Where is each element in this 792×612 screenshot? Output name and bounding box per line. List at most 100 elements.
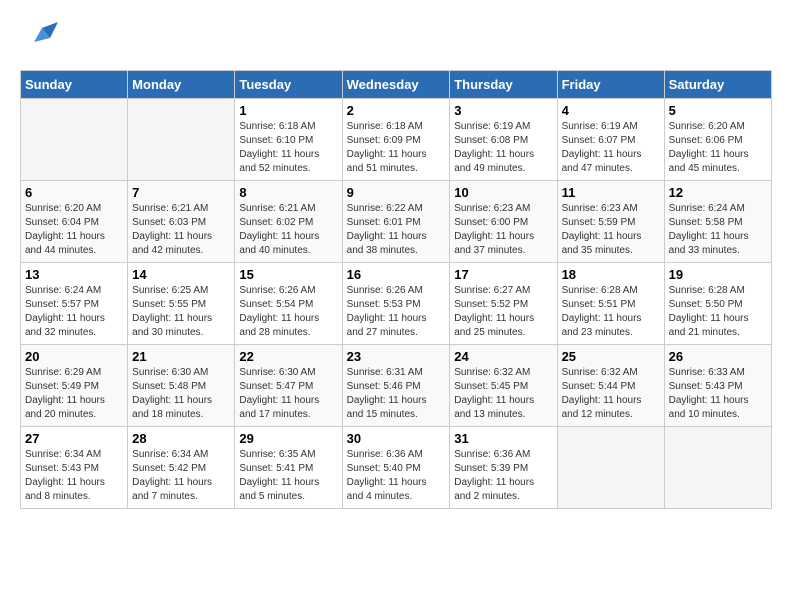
- day-number: 2: [347, 103, 446, 118]
- page-header: [20, 20, 772, 60]
- day-info: Sunrise: 6:18 AM Sunset: 6:10 PM Dayligh…: [239, 120, 337, 176]
- calendar-cell: 10 Sunrise: 6:23 AM Sunset: 6:00 PM Dayli…: [450, 181, 557, 263]
- day-info: Sunrise: 6:36 AM Sunset: 5:40 PM Dayligh…: [347, 448, 446, 504]
- day-number: 12: [669, 185, 767, 200]
- day-number: 4: [562, 103, 660, 118]
- calendar-cell: 6 Sunrise: 6:20 AM Sunset: 6:04 PM Daylig…: [21, 181, 128, 263]
- day-info: Sunrise: 6:20 AM Sunset: 6:04 PM Dayligh…: [25, 202, 123, 258]
- calendar-cell: 2 Sunrise: 6:18 AM Sunset: 6:09 PM Daylig…: [342, 99, 450, 181]
- day-number: 6: [25, 185, 123, 200]
- column-header-thursday: Thursday: [450, 71, 557, 99]
- day-info: Sunrise: 6:21 AM Sunset: 6:03 PM Dayligh…: [132, 202, 230, 258]
- column-header-monday: Monday: [128, 71, 235, 99]
- day-info: Sunrise: 6:35 AM Sunset: 5:41 PM Dayligh…: [239, 448, 337, 504]
- calendar-cell: 24Sunrise: 6:32 AM Sunset: 5:45 PM Dayli…: [450, 345, 557, 427]
- column-header-saturday: Saturday: [664, 71, 771, 99]
- day-number: 25: [562, 349, 660, 364]
- calendar-cell: 8 Sunrise: 6:21 AM Sunset: 6:02 PM Daylig…: [235, 181, 342, 263]
- calendar-cell: 23 Sunrise: 6:31 AM Sunset: 5:46 PM Dayli…: [342, 345, 450, 427]
- logo: [20, 20, 64, 60]
- calendar-cell: 3 Sunrise: 6:19 AM Sunset: 6:08 PM Daylig…: [450, 99, 557, 181]
- day-number: 21: [132, 349, 230, 364]
- day-info: Sunrise: 6:21 AM Sunset: 6:02 PM Dayligh…: [239, 202, 337, 258]
- day-info: Sunrise: 6:27 AM Sunset: 5:52 PM Dayligh…: [454, 284, 552, 340]
- day-number: 14: [132, 267, 230, 282]
- calendar-cell: 27 Sunrise: 6:34 AM Sunset: 5:43 PM Dayli…: [21, 427, 128, 509]
- calendar-table: SundayMondayTuesdayWednesdayThursdayFrid…: [20, 70, 772, 509]
- calendar-cell: 29 Sunrise: 6:35 AM Sunset: 5:41 PM Dayli…: [235, 427, 342, 509]
- day-number: 26: [669, 349, 767, 364]
- day-info: Sunrise: 6:19 AM Sunset: 6:08 PM Dayligh…: [454, 120, 552, 176]
- day-number: 10: [454, 185, 552, 200]
- day-number: 30: [347, 431, 446, 446]
- day-number: 5: [669, 103, 767, 118]
- day-number: 3: [454, 103, 552, 118]
- calendar-week-row: 13Sunrise: 6:24 AM Sunset: 5:57 PM Dayli…: [21, 263, 772, 345]
- day-info: Sunrise: 6:30 AM Sunset: 5:48 PM Dayligh…: [132, 366, 230, 422]
- column-header-wednesday: Wednesday: [342, 71, 450, 99]
- column-header-sunday: Sunday: [21, 71, 128, 99]
- day-number: 28: [132, 431, 230, 446]
- day-info: Sunrise: 6:26 AM Sunset: 5:54 PM Dayligh…: [239, 284, 337, 340]
- calendar-cell: 13Sunrise: 6:24 AM Sunset: 5:57 PM Dayli…: [21, 263, 128, 345]
- calendar-cell: 14 Sunrise: 6:25 AM Sunset: 5:55 PM Dayli…: [128, 263, 235, 345]
- calendar-cell: 25 Sunrise: 6:32 AM Sunset: 5:44 PM Dayli…: [557, 345, 664, 427]
- calendar-cell: 5Sunrise: 6:20 AM Sunset: 6:06 PM Daylig…: [664, 99, 771, 181]
- day-number: 16: [347, 267, 446, 282]
- day-number: 23: [347, 349, 446, 364]
- day-info: Sunrise: 6:34 AM Sunset: 5:43 PM Dayligh…: [25, 448, 123, 504]
- day-info: Sunrise: 6:23 AM Sunset: 5:59 PM Dayligh…: [562, 202, 660, 258]
- calendar-header-row: SundayMondayTuesdayWednesdayThursdayFrid…: [21, 71, 772, 99]
- day-info: Sunrise: 6:31 AM Sunset: 5:46 PM Dayligh…: [347, 366, 446, 422]
- day-info: Sunrise: 6:30 AM Sunset: 5:47 PM Dayligh…: [239, 366, 337, 422]
- calendar-cell: 11Sunrise: 6:23 AM Sunset: 5:59 PM Dayli…: [557, 181, 664, 263]
- calendar-cell: 21 Sunrise: 6:30 AM Sunset: 5:48 PM Dayli…: [128, 345, 235, 427]
- day-number: 9: [347, 185, 446, 200]
- calendar-week-row: 6 Sunrise: 6:20 AM Sunset: 6:04 PM Daylig…: [21, 181, 772, 263]
- column-header-friday: Friday: [557, 71, 664, 99]
- day-info: Sunrise: 6:34 AM Sunset: 5:42 PM Dayligh…: [132, 448, 230, 504]
- day-info: Sunrise: 6:36 AM Sunset: 5:39 PM Dayligh…: [454, 448, 552, 504]
- calendar-cell: [664, 427, 771, 509]
- calendar-cell: 26Sunrise: 6:33 AM Sunset: 5:43 PM Dayli…: [664, 345, 771, 427]
- calendar-cell: 15 Sunrise: 6:26 AM Sunset: 5:54 PM Dayli…: [235, 263, 342, 345]
- day-number: 18: [562, 267, 660, 282]
- day-info: Sunrise: 6:19 AM Sunset: 6:07 PM Dayligh…: [562, 120, 660, 176]
- calendar-cell: 1 Sunrise: 6:18 AM Sunset: 6:10 PM Daylig…: [235, 99, 342, 181]
- day-info: Sunrise: 6:26 AM Sunset: 5:53 PM Dayligh…: [347, 284, 446, 340]
- day-info: Sunrise: 6:32 AM Sunset: 5:45 PM Dayligh…: [454, 366, 552, 422]
- calendar-cell: 12 Sunrise: 6:24 AM Sunset: 5:58 PM Dayli…: [664, 181, 771, 263]
- calendar-cell: 20Sunrise: 6:29 AM Sunset: 5:49 PM Dayli…: [21, 345, 128, 427]
- calendar-cell: 4 Sunrise: 6:19 AM Sunset: 6:07 PM Daylig…: [557, 99, 664, 181]
- day-number: 19: [669, 267, 767, 282]
- day-info: Sunrise: 6:28 AM Sunset: 5:51 PM Dayligh…: [562, 284, 660, 340]
- calendar-cell: 19Sunrise: 6:28 AM Sunset: 5:50 PM Dayli…: [664, 263, 771, 345]
- day-number: 7: [132, 185, 230, 200]
- day-info: Sunrise: 6:24 AM Sunset: 5:57 PM Dayligh…: [25, 284, 123, 340]
- day-info: Sunrise: 6:18 AM Sunset: 6:09 PM Dayligh…: [347, 120, 446, 176]
- calendar-week-row: 27 Sunrise: 6:34 AM Sunset: 5:43 PM Dayli…: [21, 427, 772, 509]
- calendar-cell: 31 Sunrise: 6:36 AM Sunset: 5:39 PM Dayli…: [450, 427, 557, 509]
- day-number: 8: [239, 185, 337, 200]
- calendar-cell: 16 Sunrise: 6:26 AM Sunset: 5:53 PM Dayli…: [342, 263, 450, 345]
- calendar-cell: 7 Sunrise: 6:21 AM Sunset: 6:03 PM Daylig…: [128, 181, 235, 263]
- day-number: 22: [239, 349, 337, 364]
- day-number: 31: [454, 431, 552, 446]
- calendar-cell: 30 Sunrise: 6:36 AM Sunset: 5:40 PM Dayli…: [342, 427, 450, 509]
- calendar-cell: 28 Sunrise: 6:34 AM Sunset: 5:42 PM Dayli…: [128, 427, 235, 509]
- calendar-week-row: 20Sunrise: 6:29 AM Sunset: 5:49 PM Dayli…: [21, 345, 772, 427]
- day-info: Sunrise: 6:25 AM Sunset: 5:55 PM Dayligh…: [132, 284, 230, 340]
- day-info: Sunrise: 6:32 AM Sunset: 5:44 PM Dayligh…: [562, 366, 660, 422]
- day-number: 15: [239, 267, 337, 282]
- calendar-cell: [21, 99, 128, 181]
- day-number: 27: [25, 431, 123, 446]
- day-info: Sunrise: 6:23 AM Sunset: 6:00 PM Dayligh…: [454, 202, 552, 258]
- day-info: Sunrise: 6:29 AM Sunset: 5:49 PM Dayligh…: [25, 366, 123, 422]
- calendar-cell: 18 Sunrise: 6:28 AM Sunset: 5:51 PM Dayli…: [557, 263, 664, 345]
- calendar-cell: 17Sunrise: 6:27 AM Sunset: 5:52 PM Dayli…: [450, 263, 557, 345]
- day-number: 29: [239, 431, 337, 446]
- column-header-tuesday: Tuesday: [235, 71, 342, 99]
- day-info: Sunrise: 6:24 AM Sunset: 5:58 PM Dayligh…: [669, 202, 767, 258]
- day-number: 1: [239, 103, 337, 118]
- calendar-cell: 9Sunrise: 6:22 AM Sunset: 6:01 PM Daylig…: [342, 181, 450, 263]
